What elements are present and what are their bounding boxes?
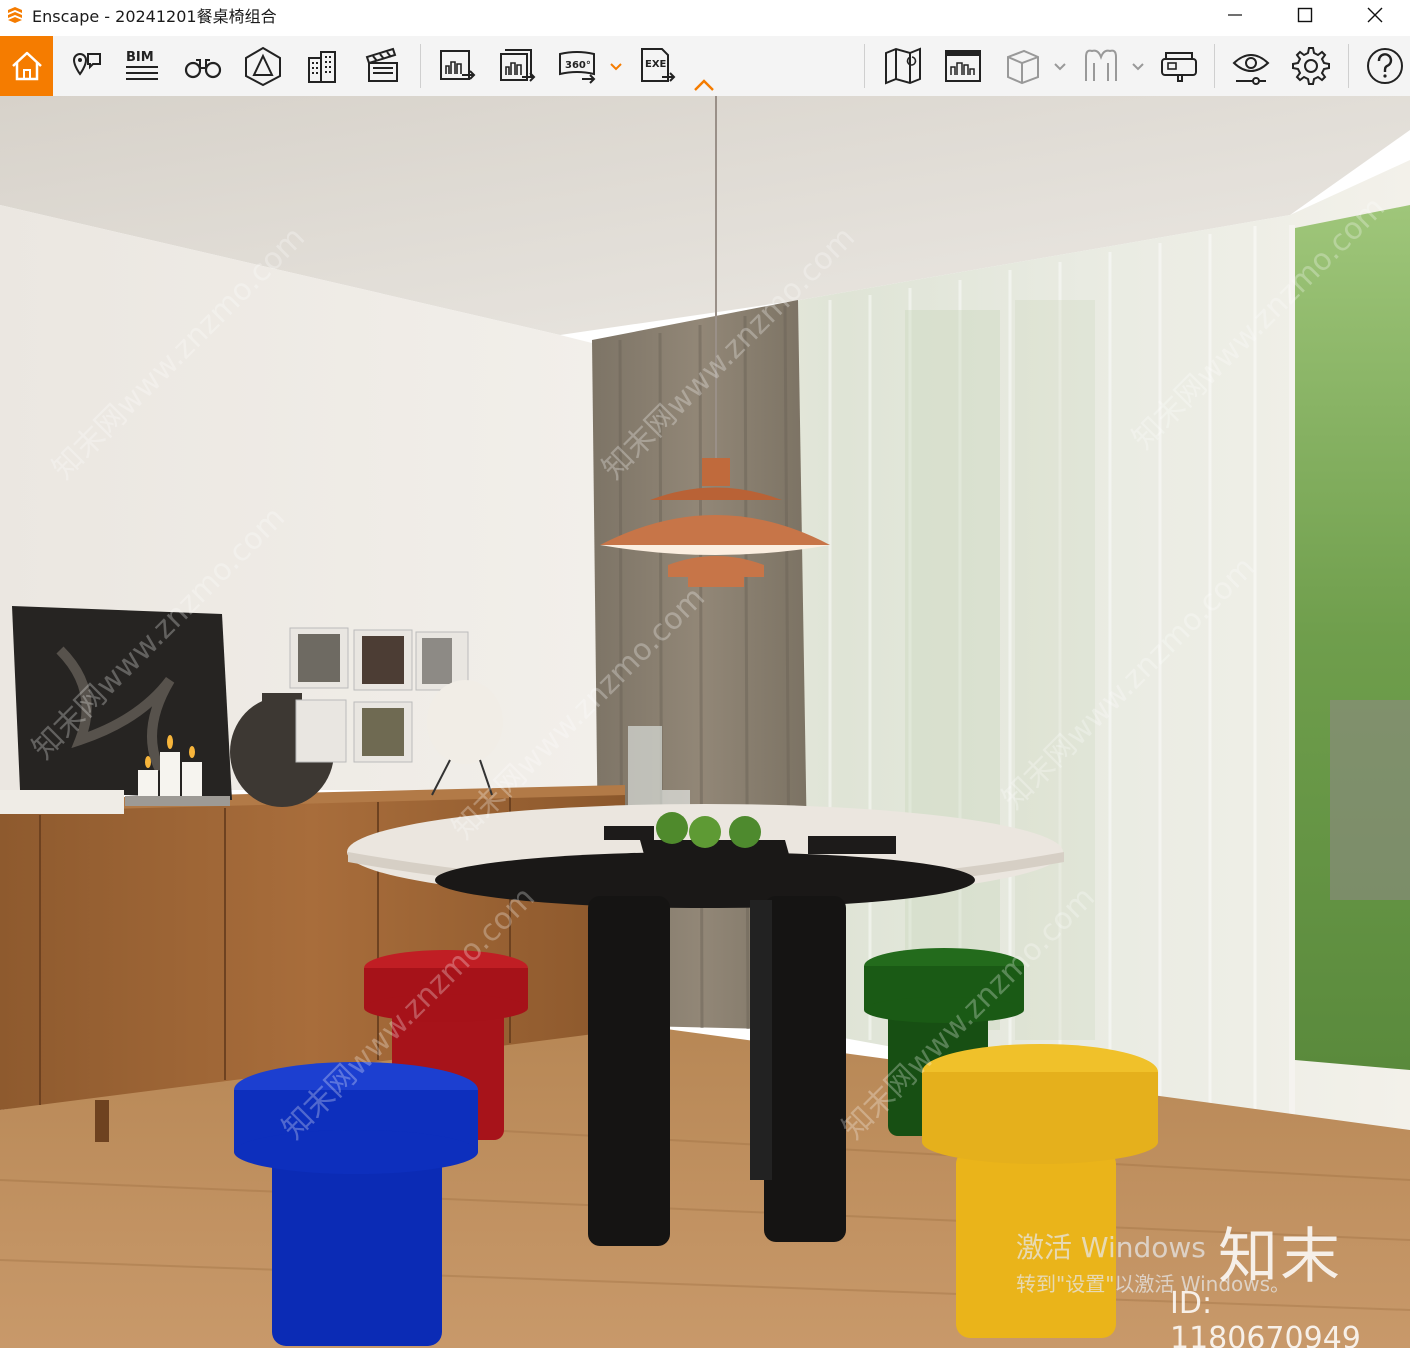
minimize-icon <box>1228 14 1242 16</box>
close-button[interactable] <box>1340 0 1410 30</box>
cube-button[interactable] <box>1000 36 1046 96</box>
vr-headset-button[interactable] <box>1156 36 1202 96</box>
export-exe-button[interactable]: EXE <box>634 36 680 96</box>
brand-logo: 知末 <box>1218 1222 1342 1292</box>
perspective-icon <box>245 46 281 87</box>
ghost-dropdown-chevron-icon[interactable] <box>1130 58 1146 74</box>
batch-export-icon <box>500 49 536 82</box>
toolbar-separator <box>420 44 421 88</box>
bim-icon: BIM <box>126 50 158 80</box>
toolbar-separator <box>1214 44 1215 88</box>
binoculars-icon <box>184 59 222 79</box>
location-pin-icon <box>72 53 101 76</box>
maximize-icon <box>1297 7 1313 23</box>
buildings-button[interactable] <box>300 36 346 96</box>
home-icon <box>11 51 42 81</box>
map-button[interactable] <box>880 36 926 96</box>
export-exe-icon: EXE <box>641 48 676 82</box>
windows-activation-title: 激活 Windows <box>1016 1231 1206 1264</box>
visual-settings-icon <box>1232 54 1270 85</box>
help-icon <box>1367 48 1403 84</box>
vr-headset-icon <box>1161 52 1197 82</box>
help-button[interactable] <box>1362 36 1408 96</box>
export-image-button[interactable] <box>434 36 480 96</box>
maximize-button[interactable] <box>1270 0 1340 30</box>
collapse-toolbar-chevron-icon[interactable] <box>692 78 716 92</box>
perspective-button[interactable] <box>240 36 286 96</box>
pano-label: 360° <box>565 60 591 71</box>
location-button[interactable] <box>62 36 106 96</box>
asset-library-icon <box>945 50 981 82</box>
map-icon <box>885 47 921 85</box>
minimize-button[interactable] <box>1200 0 1270 30</box>
settings-icon <box>1292 47 1330 85</box>
video-editor-button[interactable] <box>360 36 406 96</box>
main-toolbar: BIM 360° EXE <box>0 36 1410 96</box>
settings-button[interactable] <box>1288 36 1334 96</box>
toolbar-separator <box>1348 44 1349 88</box>
clapperboard-icon <box>365 47 398 82</box>
views-button[interactable] <box>180 36 226 96</box>
cube-dropdown-chevron-icon[interactable] <box>1052 58 1068 74</box>
window-title: Enscape - 20241201餐桌椅组合 <box>32 7 277 26</box>
export-360-dropdown-chevron-icon[interactable] <box>608 58 624 74</box>
ghost-mode-button[interactable] <box>1078 36 1124 96</box>
enscape-logo-icon <box>8 7 22 23</box>
asset-library-button[interactable] <box>940 36 986 96</box>
batch-export-button[interactable] <box>494 36 540 96</box>
export-360-icon: 360° <box>559 51 596 84</box>
bim-button[interactable]: BIM <box>120 36 164 96</box>
bim-label: BIM <box>126 50 154 65</box>
close-icon <box>1367 7 1383 23</box>
visual-settings-button[interactable] <box>1228 36 1274 96</box>
home-button[interactable] <box>0 36 53 96</box>
toolbar-separator <box>864 44 865 88</box>
export-image-icon <box>440 50 476 80</box>
title-bar: Enscape - 20241201餐桌椅组合 <box>0 0 1410 30</box>
buildings-icon <box>308 51 336 83</box>
brand-id: ID: 1180670949 <box>1170 1286 1361 1348</box>
export-360-button[interactable]: 360° <box>554 36 600 96</box>
exe-label: EXE <box>645 59 667 70</box>
cube-icon <box>1007 49 1039 85</box>
ghost-icon <box>1085 49 1117 81</box>
render-viewport[interactable]: 知末网www.znzmo.com 知末网www.znzmo.com 知末网www… <box>0 96 1410 1348</box>
